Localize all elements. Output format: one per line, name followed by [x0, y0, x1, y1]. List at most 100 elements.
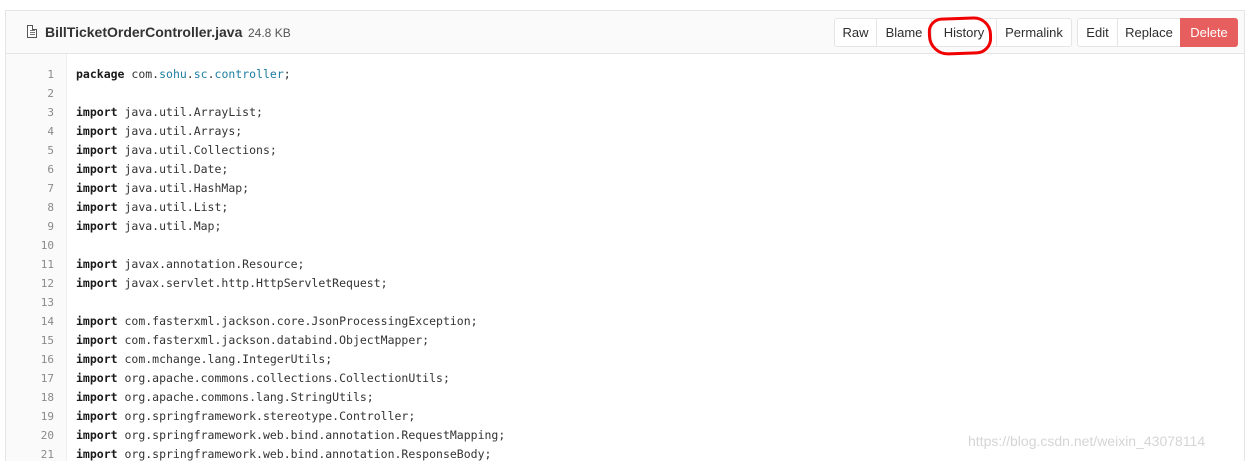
- code-segment: java.util.Arrays;: [117, 124, 243, 138]
- code-text: import java.util.ArrayList;: [76, 103, 263, 122]
- edit-button[interactable]: Edit: [1077, 18, 1118, 47]
- code-text: import javax.annotation.Resource;: [76, 255, 304, 274]
- line-number[interactable]: 8: [6, 198, 54, 217]
- code-line: 14 import com.fasterxml.jackson.core.Json…: [6, 312, 1244, 331]
- line-number[interactable]: 15: [6, 331, 54, 350]
- code-segment: java.util.Date;: [117, 162, 229, 176]
- line-number[interactable]: 12: [6, 274, 54, 293]
- code-segment: ;: [283, 67, 291, 81]
- line-number[interactable]: 4: [6, 122, 54, 141]
- code-keyword: import: [76, 447, 118, 461]
- code-line: 1 package com.sohu.sc.controller;: [6, 65, 1244, 84]
- code-line: 4 import java.util.Arrays;: [6, 122, 1244, 141]
- code-segment: org.apache.commons.lang.StringUtils;: [117, 390, 374, 404]
- code-text: import org.springframework.stereotype.Co…: [76, 407, 415, 426]
- line-number[interactable]: 10: [6, 236, 54, 255]
- code-identifier: sohu: [159, 67, 187, 81]
- code-text: import org.apache.commons.collections.Co…: [76, 369, 450, 388]
- code-text: import javax.servlet.http.HttpServletReq…: [76, 274, 388, 293]
- code-segment: java.util.List;: [117, 200, 229, 214]
- code-segment: java.util.HashMap;: [117, 181, 250, 195]
- code-text: import com.fasterxml.jackson.core.JsonPr…: [76, 312, 478, 331]
- code-keyword: import: [76, 276, 118, 290]
- code-keyword: import: [76, 200, 118, 214]
- line-number[interactable]: 17: [6, 369, 54, 388]
- history-button[interactable]: History: [931, 18, 997, 47]
- code-line: 19 import org.springframework.stereotype.…: [6, 407, 1244, 426]
- line-number[interactable]: 1: [6, 65, 54, 84]
- replace-button[interactable]: Replace: [1117, 18, 1181, 47]
- code-line: 16 import com.mchange.lang.IntegerUtils;: [6, 350, 1244, 369]
- code-keyword: import: [76, 428, 118, 442]
- file-size: 24.8 KB: [248, 26, 291, 40]
- code-segment: com.mchange.lang.IntegerUtils;: [117, 352, 333, 366]
- code-view: 1 package com.sohu.sc.controller; 2 3 import…: [6, 54, 1244, 461]
- code-segment: java.util.Map;: [117, 219, 222, 233]
- code-line: 12 import javax.servlet.http.HttpServletR…: [6, 274, 1244, 293]
- code-line: 3 import java.util.ArrayList;: [6, 103, 1244, 122]
- code-identifier: sc: [193, 67, 208, 81]
- code-segment: org.springframework.stereotype.Controlle…: [117, 409, 416, 423]
- code-line: 11 import javax.annotation.Resource;: [6, 255, 1244, 274]
- line-number[interactable]: 18: [6, 388, 54, 407]
- code-text: import java.util.Collections;: [76, 141, 277, 160]
- code-line: 10: [6, 236, 1244, 255]
- code-segment: java.util.Collections;: [117, 143, 277, 157]
- line-number[interactable]: 2: [6, 84, 54, 103]
- code-keyword: import: [76, 124, 118, 138]
- code-line: 6 import java.util.Date;: [6, 160, 1244, 179]
- watermark: https://blog.csdn.net/weixin_43078114: [968, 433, 1206, 449]
- code-keyword: package: [76, 67, 125, 81]
- code-segment: com.: [124, 67, 160, 81]
- code-line: 15 import com.fasterxml.jackson.databind.…: [6, 331, 1244, 350]
- code-line: 9 import java.util.Map;: [6, 217, 1244, 236]
- file-header: BillTicketOrderController.java 24.8 KB R…: [6, 11, 1244, 57]
- code-identifier: controller: [214, 67, 284, 81]
- code-text: import java.util.List;: [76, 198, 228, 217]
- code-text: import java.util.Date;: [76, 160, 228, 179]
- file-icon: [27, 25, 37, 38]
- file-name[interactable]: BillTicketOrderController.java: [45, 24, 242, 40]
- code-text: import com.fasterxml.jackson.databind.Ob…: [76, 331, 429, 350]
- code-line: 8 import java.util.List;: [6, 198, 1244, 217]
- line-number[interactable]: 11: [6, 255, 54, 274]
- line-number[interactable]: 21: [6, 445, 54, 461]
- line-number[interactable]: 9: [6, 217, 54, 236]
- code-text: import com.mchange.lang.IntegerUtils;: [76, 350, 332, 369]
- code-segment: com.fasterxml.jackson.databind.ObjectMap…: [117, 333, 430, 347]
- code-segment: .: [207, 67, 215, 81]
- code-text: import java.util.Map;: [76, 217, 221, 236]
- line-number[interactable]: 16: [6, 350, 54, 369]
- code-segment: javax.servlet.http.HttpServletRequest;: [117, 276, 388, 290]
- code-line: 7 import java.util.HashMap;: [6, 179, 1244, 198]
- code-text: import org.springframework.web.bind.anno…: [76, 445, 491, 461]
- line-number[interactable]: 13: [6, 293, 54, 312]
- code-text: package com.sohu.sc.controller;: [76, 65, 291, 84]
- code-keyword: import: [76, 162, 118, 176]
- line-number[interactable]: 14: [6, 312, 54, 331]
- line-number[interactable]: 6: [6, 160, 54, 179]
- code-keyword: import: [76, 409, 118, 423]
- code-keyword: import: [76, 371, 118, 385]
- code-keyword: import: [76, 105, 118, 119]
- line-number[interactable]: 3: [6, 103, 54, 122]
- code-line: 5 import java.util.Collections;: [6, 141, 1244, 160]
- line-number[interactable]: 19: [6, 407, 54, 426]
- code-keyword: import: [76, 143, 118, 157]
- raw-button[interactable]: Raw: [834, 18, 877, 47]
- line-number[interactable]: 5: [6, 141, 54, 160]
- blame-button[interactable]: Blame: [876, 18, 932, 47]
- code-segment: com.fasterxml.jackson.core.JsonProcessin…: [117, 314, 478, 328]
- code-keyword: import: [76, 390, 118, 404]
- code-line: 18 import org.apache.commons.lang.StringU…: [6, 388, 1244, 407]
- delete-button[interactable]: Delete: [1180, 18, 1238, 47]
- code-keyword: import: [76, 181, 118, 195]
- code-line: 13: [6, 293, 1244, 312]
- code-segment: org.springframework.web.bind.annotation.…: [117, 447, 492, 461]
- line-number[interactable]: 7: [6, 179, 54, 198]
- permalink-button[interactable]: Permalink: [996, 18, 1072, 47]
- line-number[interactable]: 20: [6, 426, 54, 445]
- code-keyword: import: [76, 352, 118, 366]
- code-line: 2: [6, 84, 1244, 103]
- code-text: import org.springframework.web.bind.anno…: [76, 426, 505, 445]
